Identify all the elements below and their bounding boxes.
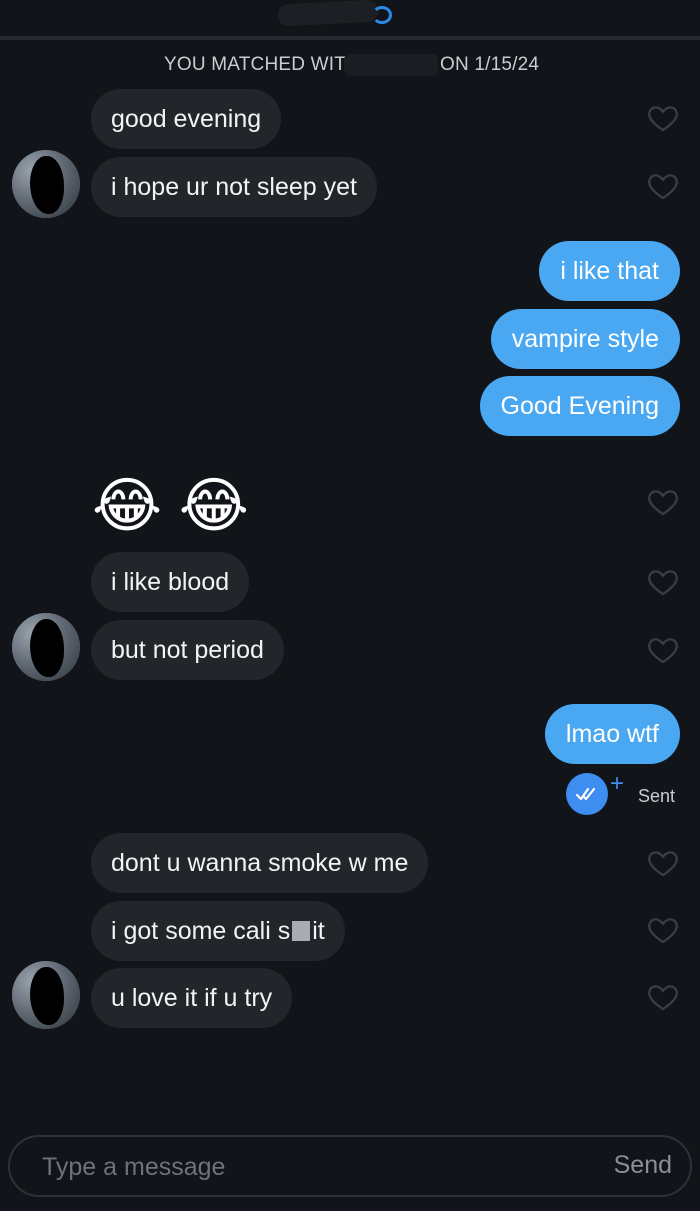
- message-bubble-outgoing[interactable]: i like that: [539, 241, 680, 301]
- message-text-part: i got some cali s: [111, 917, 291, 945]
- sent-status: Sent: [638, 786, 676, 806]
- header-divider: [0, 36, 700, 40]
- message-bubble-incoming[interactable]: i hope ur not sleep yet: [91, 157, 377, 217]
- message-input[interactable]: [40, 1145, 564, 1189]
- message-bubble-incoming[interactable]: but not period: [91, 620, 284, 680]
- avatar[interactable]: [12, 613, 80, 681]
- redacted-letter: [292, 921, 311, 941]
- read-receipt-icon: [566, 773, 608, 815]
- message-bubble-incoming[interactable]: u love it if u try: [91, 968, 293, 1028]
- send-button[interactable]: Send: [614, 1151, 672, 1180]
- header-accent-icon: [372, 6, 392, 24]
- message-bubble-outgoing[interactable]: Good Evening: [479, 376, 680, 436]
- match-banner: YOU MATCHED WITH ON 1/15/24: [0, 54, 700, 78]
- heart-outline-icon[interactable]: [646, 485, 680, 519]
- heart-outline-icon[interactable]: [646, 633, 680, 667]
- heart-outline-icon[interactable]: [646, 101, 680, 135]
- message-bubble-incoming[interactable]: dont u wanna smoke w me: [91, 833, 429, 893]
- message-bubble-outgoing[interactable]: lmao wtf: [544, 704, 680, 764]
- message-composer: Send: [8, 1135, 692, 1197]
- message-bubble-outgoing[interactable]: vampire style: [490, 309, 680, 369]
- match-banner-date: ON 1/15/24: [440, 54, 540, 75]
- message-text-part: it: [312, 917, 325, 945]
- match-banner-prefix: YOU MATCHED WITH: [164, 54, 361, 75]
- message-bubble-incoming[interactable]: good evening: [91, 89, 282, 149]
- avatar[interactable]: [12, 961, 80, 1029]
- redacted-match-name: [277, 0, 379, 27]
- heart-outline-icon[interactable]: [646, 169, 680, 203]
- message-bubble-incoming[interactable]: i like blood: [91, 552, 250, 612]
- heart-outline-icon[interactable]: [646, 846, 680, 880]
- message-bubble-incoming[interactable]: i got some cali s it: [91, 901, 345, 961]
- heart-outline-icon[interactable]: [646, 980, 680, 1014]
- heart-outline-icon[interactable]: [646, 565, 680, 599]
- plus-icon: +: [610, 770, 625, 797]
- avatar[interactable]: [12, 150, 80, 218]
- redacted-name: [344, 54, 438, 76]
- heart-outline-icon[interactable]: [646, 913, 680, 947]
- emoji-message[interactable]: 😂 😂: [92, 470, 249, 542]
